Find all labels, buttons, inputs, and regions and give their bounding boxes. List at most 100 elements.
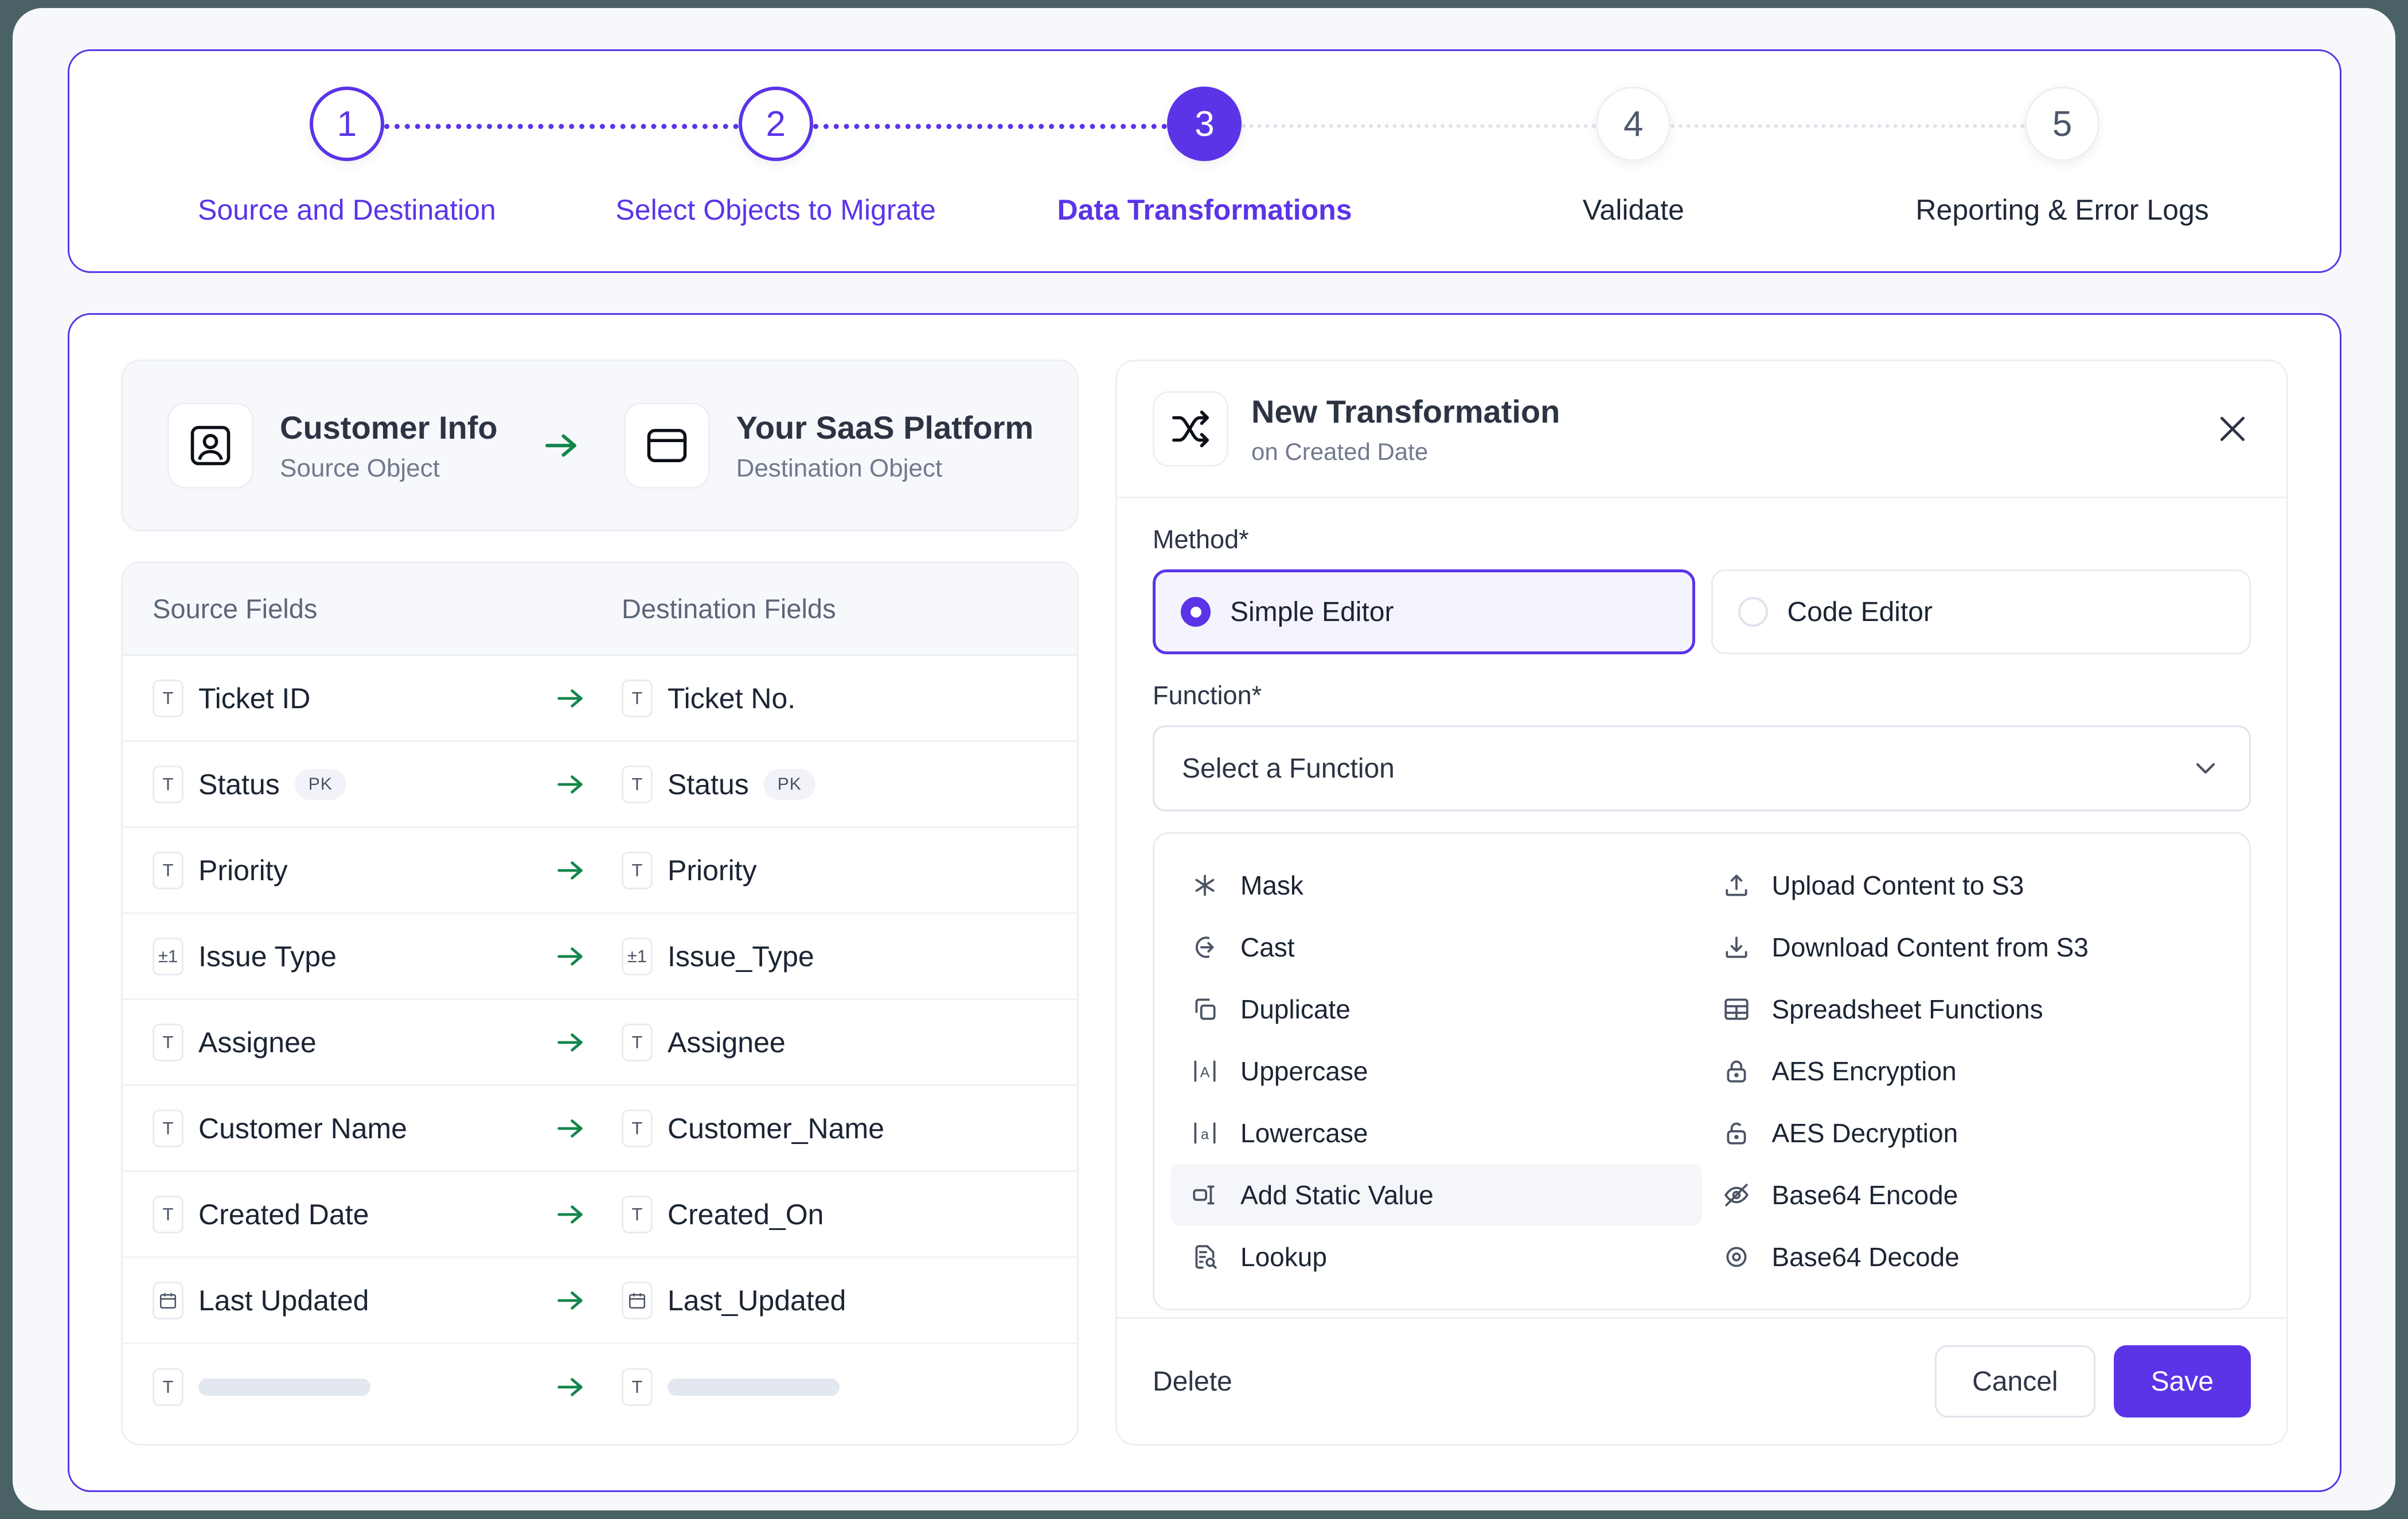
download-icon <box>1720 931 1753 963</box>
source-field-name: Last Updated <box>198 1284 369 1317</box>
fields-table-header: Source Fields Destination Fields <box>123 563 1077 656</box>
field-mapping-row[interactable]: T Assignee T Assignee <box>123 1000 1077 1086</box>
function-option-lookup[interactable]: Lookup <box>1170 1226 1702 1288</box>
source-field-cell[interactable]: T Created Date <box>123 1195 518 1233</box>
function-option-uppercase[interactable]: A Uppercase <box>1170 1040 1702 1102</box>
destination-field-cell[interactable]: T <box>622 1368 840 1406</box>
source-field-cell[interactable]: Last Updated <box>123 1281 518 1319</box>
destination-object[interactable]: Your SaaS Platform Destination Object <box>623 403 1033 489</box>
save-button[interactable]: Save <box>2113 1345 2251 1418</box>
source-object[interactable]: Customer Info Source Object <box>167 403 498 489</box>
uppercase-a-icon: A <box>1189 1055 1221 1087</box>
cancel-button[interactable]: Cancel <box>1935 1345 2095 1418</box>
shuffle-icon <box>1153 391 1228 467</box>
function-list-right-column: Upload Content to S3 Download Content fro… <box>1702 854 2234 1288</box>
step-label: Reporting & Error Logs <box>1915 194 2209 226</box>
function-option-base64-decode[interactable]: Base64 Decode <box>1702 1226 2234 1288</box>
function-option-label: Spreadsheet Functions <box>1771 994 2043 1024</box>
source-field-cell[interactable]: T Status PK <box>123 765 518 803</box>
step-number-badge: 3 <box>1167 87 1242 161</box>
source-object-name: Customer Info <box>280 409 498 446</box>
source-field-cell[interactable]: ±1 Issue Type <box>123 937 518 975</box>
column-header-destination: Destination Fields <box>622 593 836 624</box>
method-label: Method* <box>1153 525 1249 554</box>
radio-button[interactable] <box>1181 597 1211 627</box>
stepper-connector <box>813 124 1168 129</box>
field-mapping-row[interactable]: T Created Date T Created_On <box>123 1172 1077 1258</box>
footer-actions: Cancel Save <box>1935 1345 2251 1418</box>
function-option-duplicate[interactable]: Duplicate <box>1170 978 1702 1040</box>
function-option-spreadsheet-functions[interactable]: Spreadsheet Functions <box>1702 978 2234 1040</box>
function-option-cast[interactable]: Cast <box>1170 916 1702 978</box>
field-mapping-row[interactable]: ±1 Issue Type ±1 Issue_Type <box>123 914 1077 1000</box>
source-field-cell[interactable]: T <box>123 1368 518 1406</box>
method-option-simple-editor[interactable]: Simple Editor <box>1153 569 1695 654</box>
destination-field-cell[interactable]: T Customer_Name <box>622 1109 884 1147</box>
field-type-icon <box>622 1281 653 1319</box>
method-option-label: Simple Editor <box>1230 596 1394 627</box>
destination-field-cell[interactable]: T Assignee <box>622 1023 786 1061</box>
stepper-step-5[interactable]: 5 Reporting & Error Logs <box>1848 51 2277 227</box>
field-mapping-row[interactable]: Last Updated Last_Updated <box>123 1258 1077 1344</box>
destination-field-cell[interactable]: T Ticket No. <box>622 679 795 717</box>
function-option-mask[interactable]: Mask <box>1170 854 1702 916</box>
eye-off-icon <box>1720 1179 1753 1211</box>
function-option-add-static-value[interactable]: Add Static Value <box>1170 1164 1702 1226</box>
field-mapping-row[interactable]: T Ticket ID T Ticket No. <box>123 656 1077 742</box>
destination-field-cell[interactable]: T Priority <box>622 851 757 889</box>
svg-text:a: a <box>1201 1126 1209 1142</box>
destination-object-subtitle: Destination Object <box>736 454 943 482</box>
field-type-icon: T <box>153 1195 184 1233</box>
lock-closed-icon <box>1720 1055 1753 1087</box>
function-option-label: Base64 Decode <box>1771 1242 1960 1272</box>
function-option-download-content-from-s3[interactable]: Download Content from S3 <box>1702 916 2234 978</box>
field-type-icon: T <box>153 1109 184 1147</box>
field-type-icon: T <box>622 851 653 889</box>
function-option-upload-content-to-s3[interactable]: Upload Content to S3 <box>1702 854 2234 916</box>
field-type-icon: T <box>153 765 184 803</box>
svg-text:A: A <box>1200 1064 1210 1080</box>
primary-key-badge: PK <box>763 768 815 800</box>
field-mapping-row[interactable]: TT <box>123 1344 1077 1430</box>
field-name-placeholder <box>668 1379 840 1396</box>
radio-button[interactable] <box>1738 597 1768 627</box>
function-option-label: Upload Content to S3 <box>1771 870 2024 900</box>
wizard-stepper-card: 1 Source and Destination 2 Select Objects t… <box>68 49 2341 273</box>
function-option-aes-decryption[interactable]: AES Decryption <box>1702 1102 2234 1164</box>
delete-button[interactable]: Delete <box>1153 1366 1232 1397</box>
close-icon[interactable] <box>2214 411 2251 447</box>
function-option-aes-encryption[interactable]: AES Encryption <box>1702 1040 2234 1102</box>
function-option-base64-encode[interactable]: Base64 Encode <box>1702 1164 2234 1226</box>
field-mapping-row[interactable]: T Customer Name T Customer_Name <box>123 1086 1077 1172</box>
stepper-connector <box>1671 124 2025 128</box>
row-arrow-icon <box>518 1026 622 1059</box>
column-header-source: Source Fields <box>153 593 318 624</box>
copy-icon <box>1189 993 1221 1025</box>
source-field-cell[interactable]: T Customer Name <box>123 1109 518 1147</box>
field-type-icon: T <box>622 1195 653 1233</box>
wizard-stepper: 1 Source and Destination 2 Select Objects t… <box>69 51 2340 271</box>
destination-field-name: Last_Updated <box>668 1284 846 1317</box>
source-field-cell[interactable]: T Priority <box>123 851 518 889</box>
lock-open-icon <box>1720 1117 1753 1149</box>
step-number-badge: 4 <box>1596 87 1671 161</box>
function-select[interactable]: Select a Function <box>1153 725 2251 811</box>
row-arrow-icon <box>518 1198 622 1231</box>
method-option-code-editor[interactable]: Code Editor <box>1711 569 2251 654</box>
destination-field-cell[interactable]: Last_Updated <box>622 1281 846 1319</box>
step-number-badge: 2 <box>738 87 813 161</box>
field-mapping-row[interactable]: T Status PK T Status PK <box>123 742 1077 828</box>
stepper-step-2[interactable]: 2 Select Objects to Migrate <box>561 51 990 227</box>
source-field-cell[interactable]: T Assignee <box>123 1023 518 1061</box>
stepper-step-1[interactable]: 1 Source and Destination <box>132 51 561 227</box>
function-option-lowercase[interactable]: a Lowercase <box>1170 1102 1702 1164</box>
destination-field-cell[interactable]: T Created_On <box>622 1195 824 1233</box>
function-option-label: AES Encryption <box>1771 1056 1957 1086</box>
destination-field-cell[interactable]: ±1 Issue_Type <box>622 937 814 975</box>
stepper-step-3[interactable]: 3 Data Transformations <box>990 51 1419 227</box>
destination-field-cell[interactable]: T Status PK <box>622 765 815 803</box>
stepper-step-4[interactable]: 4 Validate <box>1419 51 1848 227</box>
field-mapping-row[interactable]: T Priority T Priority <box>123 828 1077 914</box>
function-option-label: Cast <box>1240 932 1295 962</box>
source-field-cell[interactable]: T Ticket ID <box>123 679 518 717</box>
